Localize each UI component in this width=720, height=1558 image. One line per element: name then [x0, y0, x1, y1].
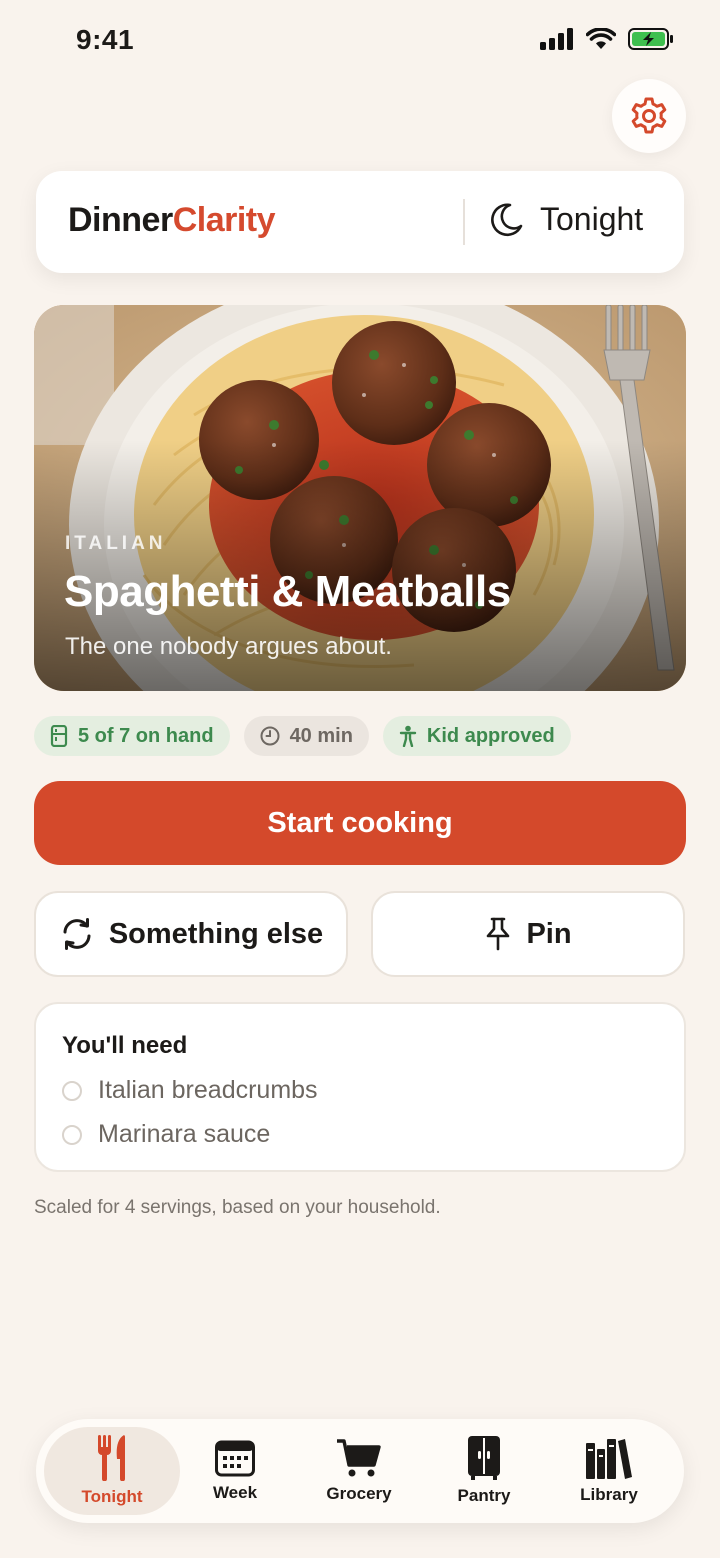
servings-note: Scaled for 4 servings, based on your hou… — [34, 1197, 441, 1218]
tab-week[interactable]: Week — [167, 1427, 303, 1515]
tab-library[interactable]: Library — [541, 1427, 677, 1515]
checkbox[interactable] — [62, 1124, 82, 1145]
start-cooking-button[interactable]: Start cooking — [34, 781, 686, 865]
recipe-subtitle: The one nobody argues about. — [65, 633, 392, 660]
tab-grocery[interactable]: Grocery — [291, 1427, 427, 1515]
gear-icon — [631, 97, 667, 134]
needed-item[interactable]: Marinara sauce — [62, 1120, 270, 1149]
moon-icon — [491, 202, 523, 236]
wifi-icon — [586, 28, 616, 49]
recipe-chips: 5 of 7 on hand 40 min Kid approved — [34, 716, 571, 756]
on-hand-chip: 5 of 7 on hand — [34, 716, 230, 756]
fork-knife-icon — [98, 1435, 126, 1481]
pin-icon — [487, 917, 510, 951]
mode-label: Tonight — [540, 201, 644, 237]
mode-toggle[interactable]: Tonight — [488, 201, 643, 238]
battery-icon — [628, 28, 673, 50]
tab-pantry[interactable]: Pantry — [416, 1427, 552, 1515]
pantry-icon — [468, 1436, 500, 1480]
cart-icon — [337, 1439, 381, 1477]
needed-title: You'll need — [62, 1032, 188, 1059]
fridge-icon — [50, 725, 68, 747]
header-divider — [463, 199, 465, 245]
recipe-hero[interactable]: ITALIAN Spaghetti & Meatballs The one no… — [34, 305, 686, 691]
brand-logo: DinnerClarity — [68, 201, 276, 239]
child-icon — [399, 725, 417, 747]
needed-item[interactable]: Italian breadcrumbs — [62, 1076, 318, 1105]
recipe-title: Spaghetti & Meatballs — [64, 567, 511, 616]
status-icons — [540, 28, 674, 50]
signal-icon — [540, 28, 573, 50]
status-time: 9:41 — [76, 24, 135, 55]
books-icon — [586, 1439, 632, 1479]
settings-button[interactable] — [612, 79, 686, 153]
something-else-button[interactable]: Something else — [34, 891, 348, 977]
tab-tonight[interactable]: Tonight — [44, 1427, 180, 1515]
calendar-icon — [215, 1440, 255, 1477]
pin-button[interactable]: Pin — [371, 891, 685, 977]
kid-approved-chip: Kid approved — [382, 716, 571, 756]
clock-icon — [260, 726, 280, 746]
header-card: DinnerClarity Tonight — [36, 171, 684, 273]
refresh-icon — [63, 918, 91, 950]
tonight-screen: 9:41 DinnerClarity Tonight ITALIAN Spagh… — [0, 0, 720, 1558]
checkbox[interactable] — [62, 1080, 82, 1101]
tab-bar: Tonight Week Grocery Pantry Library — [36, 1419, 684, 1523]
needed-ingredients-card: You'll need Italian breadcrumbs Marinara… — [34, 1002, 686, 1172]
time-chip: 40 min — [243, 716, 369, 756]
recipe-cuisine: ITALIAN — [65, 533, 167, 554]
